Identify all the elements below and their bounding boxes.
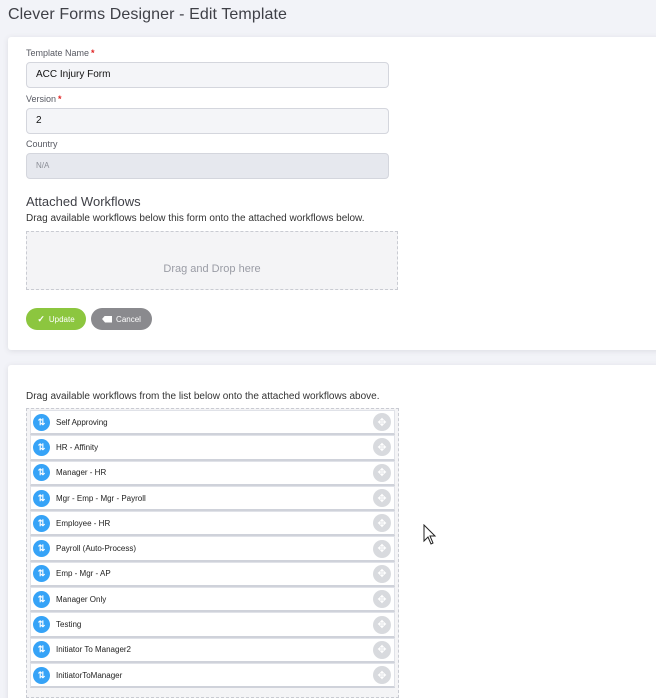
backspace-icon (102, 315, 113, 323)
workflow-item[interactable]: ⇅ Mgr - Emp - Mgr - Payroll ✥ (30, 485, 395, 512)
workflow-icon: ⇅ (33, 489, 50, 507)
move-icon[interactable]: ✥ (373, 463, 391, 482)
workflow-label: Testing (56, 620, 82, 630)
move-icon[interactable]: ✥ (373, 615, 391, 634)
move-icon[interactable]: ✥ (373, 489, 391, 508)
workflow-label: Employee - HR (56, 518, 111, 528)
workflow-icon: ⇅ (33, 565, 50, 583)
check-icon: ✓ (37, 313, 45, 324)
available-workflows-list[interactable]: ⇅ Self Approving ✥ ⇅ HR - Affinity ✥ ⇅ Manage… (26, 408, 399, 698)
move-icon[interactable]: ✥ (373, 590, 391, 609)
attached-workflows-title: Attached Workflows (26, 194, 141, 209)
version-input[interactable]: 2 (26, 108, 389, 134)
workflow-item[interactable]: ⇅ Manager Only ✥ (30, 587, 395, 613)
required-marker: * (58, 94, 62, 104)
workflow-item[interactable]: ⇅ Emp - Mgr - AP ✥ (30, 561, 395, 588)
move-icon[interactable]: ✥ (373, 539, 391, 558)
workflow-icon: ⇅ (33, 413, 50, 431)
workflow-label: Manager - HR (56, 468, 107, 478)
required-marker: * (91, 48, 95, 58)
workflow-icon: ⇅ (33, 514, 50, 532)
workflow-label: InitiatorToManager (56, 670, 123, 680)
workflow-item[interactable]: ⇅ HR - Affinity ✥ (30, 435, 395, 461)
workflow-item[interactable]: ⇅ Testing ✥ (30, 612, 395, 638)
attached-workflows-help: Drag available workflows below this form… (26, 213, 365, 224)
cancel-button[interactable]: Cancel (91, 308, 152, 330)
workflow-item[interactable]: ⇅ Self Approving ✥ (30, 410, 395, 436)
move-icon[interactable]: ✥ (373, 564, 391, 583)
update-label: Update (48, 314, 75, 324)
template-name-input[interactable]: ACC Injury Form (26, 62, 389, 88)
mouse-cursor-icon (423, 524, 437, 545)
workflow-item[interactable]: ⇅ Employee - HR ✥ (30, 511, 395, 537)
available-workflows-card: Drag available workflows from the list b… (8, 365, 656, 698)
cancel-label: Cancel (116, 314, 141, 324)
template-form-card: Template Name * ACC Injury Form Version * … (8, 37, 656, 350)
workflow-icon: ⇅ (33, 616, 50, 634)
template-name-label: Template Name * (26, 48, 95, 58)
workflow-label: Mgr - Emp - Mgr - Payroll (56, 493, 146, 503)
workflow-label: Emp - Mgr - AP (56, 569, 111, 579)
workflow-item[interactable]: ⇅ Manager - HR ✥ (30, 460, 395, 486)
dropzone-text: Drag and Drop here (163, 263, 261, 275)
country-label: Country (26, 139, 58, 149)
version-label: Version * (26, 94, 62, 104)
move-icon[interactable]: ✥ (373, 666, 391, 685)
move-icon[interactable]: ✥ (373, 640, 391, 659)
workflow-label: Initiator To Manager2 (56, 645, 132, 655)
workflow-icon: ⇅ (33, 641, 50, 659)
workflow-icon: ⇅ (33, 464, 50, 482)
attached-workflows-dropzone[interactable]: Drag and Drop here (26, 231, 398, 290)
move-icon[interactable]: ✥ (373, 438, 391, 457)
workflow-item[interactable]: ⇅ InitiatorToManager ✥ (30, 662, 395, 689)
workflow-item[interactable]: ⇅ Initiator To Manager2 ✥ (30, 637, 395, 663)
workflow-icon: ⇅ (33, 438, 50, 456)
page-title: Clever Forms Designer - Edit Template (8, 6, 288, 23)
workflow-label: Self Approving (56, 417, 108, 427)
workflow-icon: ⇅ (33, 590, 50, 608)
move-icon[interactable]: ✥ (373, 413, 391, 432)
available-workflows-help: Drag available workflows from the list b… (26, 391, 380, 402)
move-icon[interactable]: ✥ (373, 514, 391, 533)
workflow-label: Payroll (Auto-Process) (56, 544, 137, 554)
workflow-icon: ⇅ (33, 666, 50, 684)
workflow-item[interactable]: ⇅ Payroll (Auto-Process) ✥ (30, 536, 395, 562)
update-button[interactable]: ✓ Update (26, 308, 86, 330)
workflow-label: HR - Affinity (56, 442, 99, 452)
workflow-label: Manager Only (56, 594, 107, 604)
country-input: N/A (26, 153, 389, 179)
workflow-icon: ⇅ (33, 540, 50, 558)
